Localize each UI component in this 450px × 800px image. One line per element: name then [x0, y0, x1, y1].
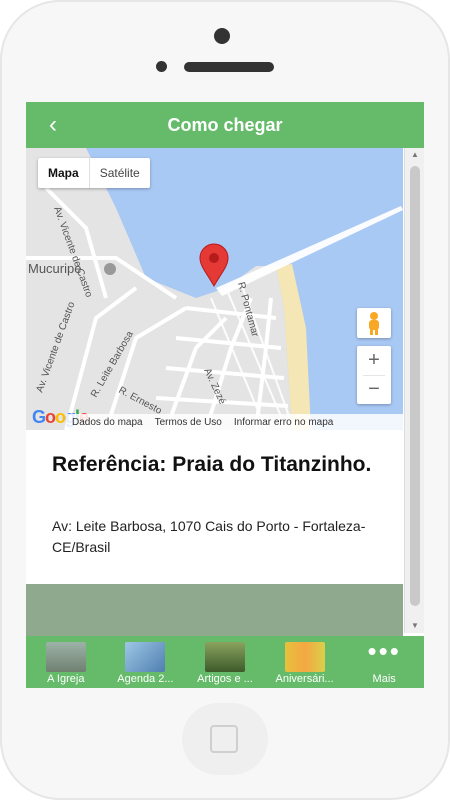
address-text: Av: Leite Barbosa, 1070 Cais do Porto - …	[52, 518, 366, 555]
zoom-out-button[interactable]: −	[357, 375, 391, 404]
tab-label: Aniversári...	[275, 673, 334, 685]
home-square-icon	[210, 725, 238, 753]
tab-aniversarios[interactable]: Aniversári...	[269, 636, 341, 688]
app-header: ‹ Como chegar	[26, 102, 424, 148]
map-attribution: Dados do mapa Termos de Uso Informar err…	[66, 414, 403, 430]
church-thumbnail	[45, 642, 86, 672]
content-footer	[26, 584, 403, 636]
map-type-satellite-button[interactable]: Satélite	[90, 158, 150, 188]
map-data-link[interactable]: Dados do mapa	[72, 417, 143, 428]
front-camera	[214, 28, 230, 44]
tab-agenda[interactable]: Agenda 2...	[109, 636, 181, 688]
zoom-in-button[interactable]: +	[357, 346, 391, 375]
zoom-control: + −	[357, 346, 391, 404]
street-view-icon[interactable]	[357, 308, 391, 338]
tab-label: Agenda 2...	[117, 673, 174, 685]
tab-label: Mais	[372, 673, 396, 685]
map-type-map-button[interactable]: Mapa	[38, 158, 90, 188]
map-view[interactable]: Av. Vicente de Castro Mucuripe Av. Vicen…	[26, 148, 403, 430]
report-error-link[interactable]: Informar erro no mapa	[234, 417, 334, 428]
home-button[interactable]	[182, 703, 268, 775]
map-label-mucuripe: Mucuripe	[28, 261, 81, 276]
scroll-up-icon[interactable]: ▲	[405, 148, 424, 162]
landmark-icon	[104, 263, 116, 275]
terms-of-use-link[interactable]: Termos de Uso	[155, 417, 222, 428]
map-type-control: Mapa Satélite	[38, 158, 150, 188]
tab-label: Artigos e ...	[197, 673, 253, 685]
earpiece-speaker	[184, 62, 274, 72]
content-area[interactable]: Av. Vicente de Castro Mucuripe Av. Vicen…	[26, 148, 403, 633]
proximity-sensor	[156, 61, 167, 72]
app-screen: ‹ Como chegar Av. Vicente de Castro Mucu…	[26, 102, 424, 688]
bottom-tab-bar: A Igreja Agenda 2... Artigos e ... Anive…	[26, 636, 424, 688]
page-title: Como chegar	[167, 115, 283, 135]
more-dots-icon: •••	[367, 636, 401, 666]
tab-artigos[interactable]: Artigos e ...	[189, 636, 261, 688]
map-canvas[interactable]: Av. Vicente de Castro Mucuripe Av. Vicen…	[26, 148, 403, 430]
location-info: Referência: Praia do Titanzinho. Av: Lei…	[26, 430, 403, 582]
scroll-down-icon[interactable]: ▼	[405, 619, 424, 633]
tab-label: A Igreja	[47, 673, 85, 685]
agenda-thumbnail	[125, 642, 166, 672]
tab-more[interactable]: ••• Mais	[348, 636, 420, 688]
scrollbar-thumb[interactable]	[410, 166, 420, 606]
tab-a-igreja[interactable]: A Igreja	[30, 636, 102, 688]
scrollbar[interactable]: ▲ ▼	[404, 148, 424, 633]
reference-text: Referência: Praia do Titanzinho.	[52, 453, 372, 476]
birthday-thumbnail	[284, 642, 325, 672]
phone-frame: ‹ Como chegar Av. Vicente de Castro Mucu…	[0, 0, 450, 800]
articles-thumbnail	[204, 642, 245, 672]
